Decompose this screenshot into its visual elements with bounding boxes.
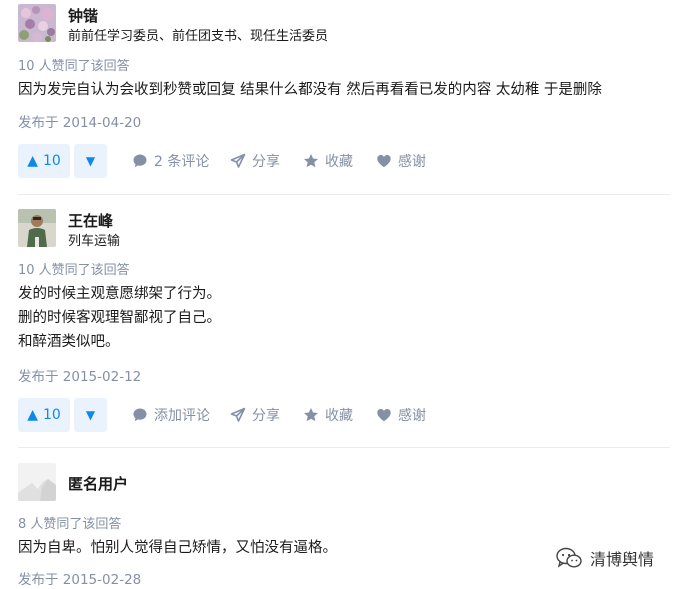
- publish-date[interactable]: 发布于 2015-02-28: [18, 568, 141, 588]
- content-line: 删的时候客观理智鄙视了自己。: [18, 310, 221, 326]
- upvote-count: 10: [42, 407, 61, 423]
- share-label: 分享: [252, 408, 280, 424]
- thanks-button[interactable]: 感谢: [376, 144, 426, 178]
- author-bio: 列车运输: [68, 234, 121, 249]
- publish-date[interactable]: 发布于 2015-02-12: [18, 365, 141, 385]
- anonymous-avatar: [18, 463, 56, 501]
- answer-content: 因为发完自认为会收到秒赞或回复 结果什么都没有 然后再看看已发的内容 太幼稚 于…: [18, 78, 602, 102]
- answer-content: 发的时候主观意愿绑架了行为。 删的时候客观理智鄙视了自己。 和醉酒类似吧。: [18, 282, 221, 354]
- action-bar: ▲ 10 ▼ 添加评论 分享 收藏 感谢: [18, 398, 658, 432]
- comment-icon: [133, 154, 147, 168]
- avatar[interactable]: [18, 209, 56, 247]
- triangle-up-icon: ▲: [27, 407, 38, 423]
- share-icon: [230, 153, 246, 168]
- watermark: 清博舆情: [556, 546, 654, 570]
- vote-summary: 10 人赞同了该回答: [18, 59, 130, 74]
- heart-icon: [377, 409, 391, 422]
- upvote-count: 10: [42, 153, 61, 169]
- answer-divider: [18, 447, 670, 448]
- author-name[interactable]: 钟锴: [68, 5, 98, 26]
- comment-button[interactable]: 添加评论: [132, 398, 210, 432]
- share-icon: [230, 407, 246, 422]
- heart-icon: [377, 155, 391, 168]
- upvote-button[interactable]: ▲ 10: [18, 398, 70, 432]
- vote-summary: 10 人赞同了该回答: [18, 263, 130, 278]
- content-line: 因为发完自认为会收到秒赞或回复 结果什么都没有 然后再看看已发的内容 太幼稚 于…: [18, 82, 602, 98]
- wechat-icon: [556, 547, 582, 568]
- upvote-button[interactable]: ▲ 10: [18, 144, 70, 178]
- collect-label: 收藏: [325, 154, 353, 170]
- author-bio: 前前任学习委员、前任团支书、现任生活委员: [68, 29, 329, 44]
- share-button[interactable]: 分享: [230, 398, 280, 432]
- comment-label: 2 条评论: [154, 154, 210, 170]
- answer-content: 因为自卑。怕别人觉得自己矫情，又怕没有逼格。: [18, 536, 337, 560]
- content-line: 发的时候主观意愿绑架了行为。: [18, 286, 221, 302]
- publish-date[interactable]: 发布于 2014-04-20: [18, 111, 141, 131]
- share-button[interactable]: 分享: [230, 144, 280, 178]
- content-line: 因为自卑。怕别人觉得自己矫情，又怕没有逼格。: [18, 540, 337, 556]
- comment-button[interactable]: 2 条评论: [132, 144, 209, 178]
- author-name[interactable]: 王在峰: [68, 210, 113, 231]
- downvote-button[interactable]: ▼: [74, 144, 107, 178]
- watermark-text: 清博舆情: [590, 550, 655, 569]
- collect-button[interactable]: 收藏: [303, 144, 353, 178]
- thanks-label: 感谢: [398, 154, 426, 170]
- share-label: 分享: [252, 154, 280, 170]
- answer-divider: [18, 194, 670, 195]
- avatar[interactable]: [18, 4, 56, 42]
- thanks-button[interactable]: 感谢: [376, 398, 426, 432]
- star-icon: [304, 408, 318, 422]
- triangle-down-icon: ▼: [85, 154, 96, 168]
- collect-label: 收藏: [325, 408, 353, 424]
- triangle-down-icon: ▼: [85, 408, 96, 422]
- comment-label: 添加评论: [154, 408, 210, 424]
- vote-summary: 8 人赞同了该回答: [18, 517, 122, 532]
- star-icon: [304, 154, 318, 168]
- collect-button[interactable]: 收藏: [303, 398, 353, 432]
- triangle-up-icon: ▲: [27, 153, 38, 169]
- action-bar: ▲ 10 ▼ 2 条评论 分享 收藏 感谢: [18, 144, 658, 178]
- comment-icon: [133, 408, 147, 422]
- content-line: 和醉酒类似吧。: [18, 334, 120, 350]
- thanks-label: 感谢: [398, 408, 426, 424]
- author-name: 匿名用户: [68, 475, 129, 493]
- downvote-button[interactable]: ▼: [74, 398, 107, 432]
